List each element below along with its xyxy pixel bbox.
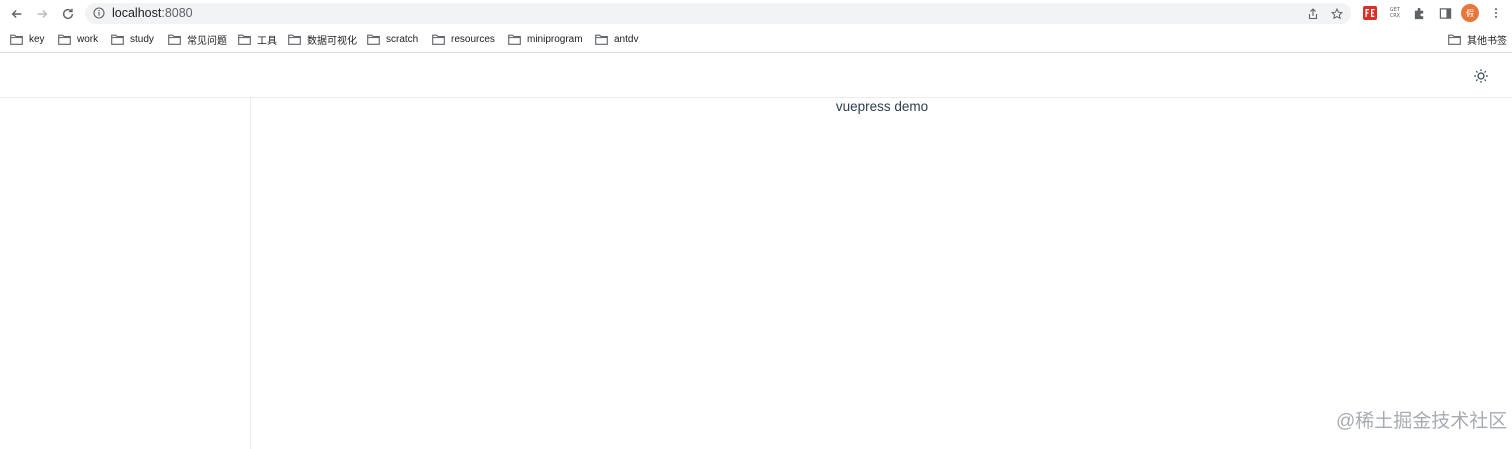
bookmark-folder-key[interactable]: key [10, 31, 45, 47]
more-menu-icon[interactable] [1488, 5, 1504, 21]
forward-button[interactable] [32, 4, 52, 24]
bookmark-folder-antdv[interactable]: antdv [595, 31, 638, 47]
bookmark-label: miniprogram [527, 33, 583, 45]
browser-toolbar: localhost:8080 GET CRX 假 [0, 0, 1512, 27]
bookmark-label: key [29, 33, 45, 45]
bookmark-label: study [130, 33, 154, 45]
bookmark-folder-other[interactable]: 其他书签 [1448, 31, 1507, 47]
get-crx-bottom: CRX [1390, 13, 1400, 19]
reload-button[interactable] [58, 4, 78, 24]
fe-extension-icon[interactable] [1362, 5, 1378, 21]
arrow-left-icon [11, 10, 22, 18]
bookmark-folder-resources[interactable]: resources [432, 31, 495, 47]
extensions-puzzle-icon[interactable] [1411, 5, 1427, 21]
sidebar [0, 98, 251, 449]
bookmark-label: antdv [614, 33, 639, 45]
folder-icon [288, 34, 301, 45]
bookmark-folder-miniprogram[interactable]: miniprogram [508, 31, 583, 47]
folder-icon [595, 34, 608, 45]
back-button[interactable] [7, 4, 27, 24]
bookmark-folder-study[interactable]: study [111, 31, 154, 47]
bookmark-folder-tools[interactable]: 工具 [238, 31, 277, 47]
bookmark-folder-faq[interactable]: 常见问题 [168, 31, 227, 47]
bookmarks-bar: key work study 常见问题 工具 数据可视化 scratch res… [0, 27, 1512, 51]
page-title: vuepress demo [835, 99, 929, 114]
folder-icon [58, 34, 71, 45]
folder-icon [111, 34, 124, 45]
bookmark-label: 其他书签 [1467, 35, 1507, 47]
bookmark-label: work [77, 33, 99, 45]
share-icon[interactable] [1307, 8, 1319, 20]
bookmark-label: resources [451, 33, 495, 45]
bookmark-label: 常见问题 [187, 35, 227, 47]
arrow-right-icon [37, 10, 48, 18]
folder-icon [168, 34, 181, 45]
address-bar[interactable]: localhost:8080 [85, 3, 1351, 24]
bookmark-label: scratch [386, 33, 419, 45]
bookmark-folder-dataviz[interactable]: 数据可视化 [288, 31, 357, 47]
url-text[interactable]: localhost:8080 [112, 6, 193, 21]
url-host: localhost [112, 6, 162, 20]
profile-avatar[interactable]: 假 [1461, 4, 1479, 22]
folder-icon [238, 34, 251, 45]
folder-icon [10, 34, 23, 45]
bookmark-label: 工具 [257, 35, 277, 47]
side-panel-icon[interactable] [1437, 5, 1453, 21]
bookmark-label: 数据可视化 [307, 35, 357, 47]
star-icon[interactable] [1331, 8, 1343, 20]
reload-icon [62, 8, 74, 20]
url-port: :8080 [161, 6, 193, 20]
folder-icon [508, 34, 521, 45]
bookmark-folder-scratch[interactable]: scratch [367, 31, 418, 47]
folder-icon [367, 34, 380, 45]
sun-icon [1474, 69, 1488, 83]
bookmark-folder-work[interactable]: work [58, 31, 98, 47]
theme-toggle-button[interactable] [1473, 68, 1489, 84]
folder-icon [1448, 34, 1461, 45]
info-icon[interactable] [93, 7, 105, 19]
folder-icon [432, 34, 445, 45]
get-crx-extension-icon[interactable]: GET CRX [1387, 5, 1403, 21]
avatar-initial: 假 [1466, 8, 1474, 18]
watermark: @稀土掘金技术社区 [1336, 411, 1508, 432]
site-navbar [0, 53, 1512, 98]
